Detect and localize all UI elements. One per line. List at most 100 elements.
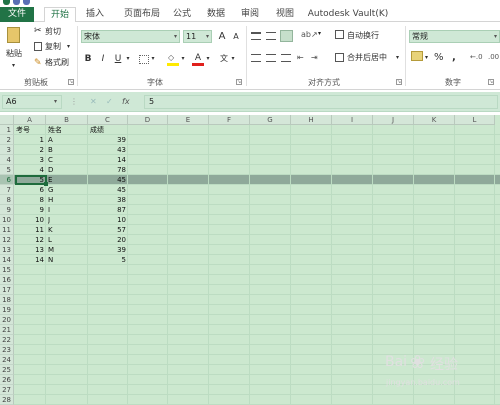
cell-name[interactable]: K xyxy=(48,225,88,235)
name-box-dropdown-icon[interactable]: ▾ xyxy=(54,95,57,109)
row-header-10[interactable]: 10 xyxy=(0,215,14,225)
cell-score[interactable]: 38 xyxy=(88,195,128,205)
formula-input[interactable]: 5 xyxy=(144,95,498,109)
header-cell-score[interactable]: 成绩 xyxy=(90,125,128,135)
row-header-27[interactable]: 27 xyxy=(0,385,14,395)
decrease-decimal-icon[interactable]: .00 xyxy=(488,52,499,62)
cell-score[interactable]: 45 xyxy=(88,175,128,185)
tab-insert[interactable]: 插入 xyxy=(82,7,108,22)
row-header-8[interactable]: 8 xyxy=(0,195,14,205)
row-header-2[interactable]: 2 xyxy=(0,135,14,145)
name-box[interactable]: A6 xyxy=(2,95,62,109)
comma-style-button[interactable]: , xyxy=(452,52,456,63)
cell-id[interactable]: 11 xyxy=(14,225,46,235)
align-left-icon[interactable] xyxy=(251,54,261,62)
cell-score[interactable]: 10 xyxy=(88,215,128,225)
cell-score[interactable]: 43 xyxy=(88,145,128,155)
row-header-25[interactable]: 25 xyxy=(0,365,14,375)
cell-id[interactable]: 4 xyxy=(14,165,46,175)
cell-name[interactable]: C xyxy=(48,155,88,165)
fill-color-icon[interactable]: ◇ xyxy=(168,53,178,62)
borders-icon[interactable] xyxy=(139,55,149,64)
cell-name[interactable]: B xyxy=(48,145,88,155)
wrap-text-button[interactable]: 自动换行 xyxy=(347,30,379,41)
tab-file[interactable]: 文件 xyxy=(0,7,34,22)
bold-button[interactable]: B xyxy=(82,53,94,66)
row-header-12[interactable]: 12 xyxy=(0,235,14,245)
row-header-18[interactable]: 18 xyxy=(0,295,14,305)
row-header-21[interactable]: 21 xyxy=(0,325,14,335)
row-header-17[interactable]: 17 xyxy=(0,285,14,295)
cell-id[interactable]: 2 xyxy=(14,145,46,155)
cell-name[interactable]: D xyxy=(48,165,88,175)
merge-center-dropdown-icon[interactable]: ▾ xyxy=(396,52,399,63)
align-bottom-icon[interactable] xyxy=(280,30,293,42)
redo-icon[interactable] xyxy=(23,0,30,5)
header-cell-id[interactable]: 考号 xyxy=(16,125,46,135)
row-header-1[interactable]: 1 xyxy=(0,125,14,135)
paste-icon[interactable] xyxy=(7,27,20,43)
cell-name[interactable]: N xyxy=(48,255,88,265)
row-header-15[interactable]: 15 xyxy=(0,265,14,275)
column-header-c[interactable]: C xyxy=(88,115,128,125)
cell-name[interactable]: M xyxy=(48,245,88,255)
accounting-dropdown-icon[interactable]: ▾ xyxy=(425,52,428,63)
row-header-26[interactable]: 26 xyxy=(0,375,14,385)
copy-button[interactable]: 复制 xyxy=(45,41,61,52)
cell-score[interactable]: 45 xyxy=(88,185,128,195)
row-header-9[interactable]: 9 xyxy=(0,205,14,215)
merge-center-button[interactable]: 合并后居中 xyxy=(347,52,387,63)
cell-score[interactable]: 20 xyxy=(88,235,128,245)
save-icon[interactable] xyxy=(3,0,10,5)
accounting-format-icon[interactable] xyxy=(411,51,423,61)
tab-data[interactable]: 数据 xyxy=(204,7,228,22)
column-header-i[interactable]: I xyxy=(332,115,373,125)
cut-icon[interactable]: ✂ xyxy=(34,26,42,36)
cancel-entry-icon[interactable]: ✕ xyxy=(90,95,97,109)
tab-review[interactable]: 审阅 xyxy=(238,7,262,22)
cell-name[interactable]: E xyxy=(48,175,88,185)
paste-button[interactable]: 粘贴 xyxy=(6,48,22,59)
phonetic-button[interactable]: 文 xyxy=(219,53,229,66)
header-cell-name[interactable]: 姓名 xyxy=(48,125,88,135)
fill-color-dropdown-icon[interactable]: ▾ xyxy=(180,53,186,66)
italic-button[interactable]: I xyxy=(97,53,109,66)
select-all-corner[interactable] xyxy=(0,115,14,125)
confirm-entry-icon[interactable]: ✓ xyxy=(106,95,113,109)
tab-home[interactable]: 开始 xyxy=(44,7,76,23)
formula-bar-grip-icon[interactable]: ⋮ xyxy=(70,95,78,109)
column-header-d[interactable]: D xyxy=(128,115,168,125)
row-header-14[interactable]: 14 xyxy=(0,255,14,265)
orientation-dropdown-icon[interactable]: ▾ xyxy=(318,30,321,37)
font-color-dropdown-icon[interactable]: ▾ xyxy=(205,53,211,66)
column-header-b[interactable]: B xyxy=(46,115,88,125)
cell-score[interactable]: 14 xyxy=(88,155,128,165)
font-size-combo[interactable]: 11 ▾ xyxy=(183,30,212,43)
align-right-icon[interactable] xyxy=(281,54,291,62)
cell-id[interactable]: 12 xyxy=(14,235,46,245)
cut-button[interactable]: 剪切 xyxy=(45,26,61,37)
tab-page-layout[interactable]: 页面布局 xyxy=(118,7,166,22)
column-header-j[interactable]: J xyxy=(373,115,414,125)
copy-icon[interactable] xyxy=(34,42,42,51)
row-header-22[interactable]: 22 xyxy=(0,335,14,345)
column-header-k[interactable]: K xyxy=(414,115,455,125)
cell-name[interactable]: J xyxy=(48,215,88,225)
cell-name[interactable]: I xyxy=(48,205,88,215)
font-launcher-icon[interactable]: ↘ xyxy=(236,79,242,85)
borders-dropdown-icon[interactable]: ▾ xyxy=(150,53,156,66)
row-header-23[interactable]: 23 xyxy=(0,345,14,355)
cell-score[interactable]: 87 xyxy=(88,205,128,215)
cell-name[interactable]: H xyxy=(48,195,88,205)
column-header-l[interactable]: L xyxy=(455,115,495,125)
cell-id[interactable]: 14 xyxy=(14,255,46,265)
align-middle-icon[interactable] xyxy=(266,32,276,40)
number-format-dropdown-icon[interactable]: ▾ xyxy=(494,31,497,42)
column-header-e[interactable]: E xyxy=(168,115,209,125)
underline-dropdown-icon[interactable]: ▾ xyxy=(125,53,131,66)
row-header-7[interactable]: 7 xyxy=(0,185,14,195)
cell-id[interactable]: 3 xyxy=(14,155,46,165)
cell-id[interactable]: 13 xyxy=(14,245,46,255)
column-header-f[interactable]: F xyxy=(209,115,250,125)
increase-decimal-icon[interactable]: ←.0 xyxy=(470,52,483,62)
